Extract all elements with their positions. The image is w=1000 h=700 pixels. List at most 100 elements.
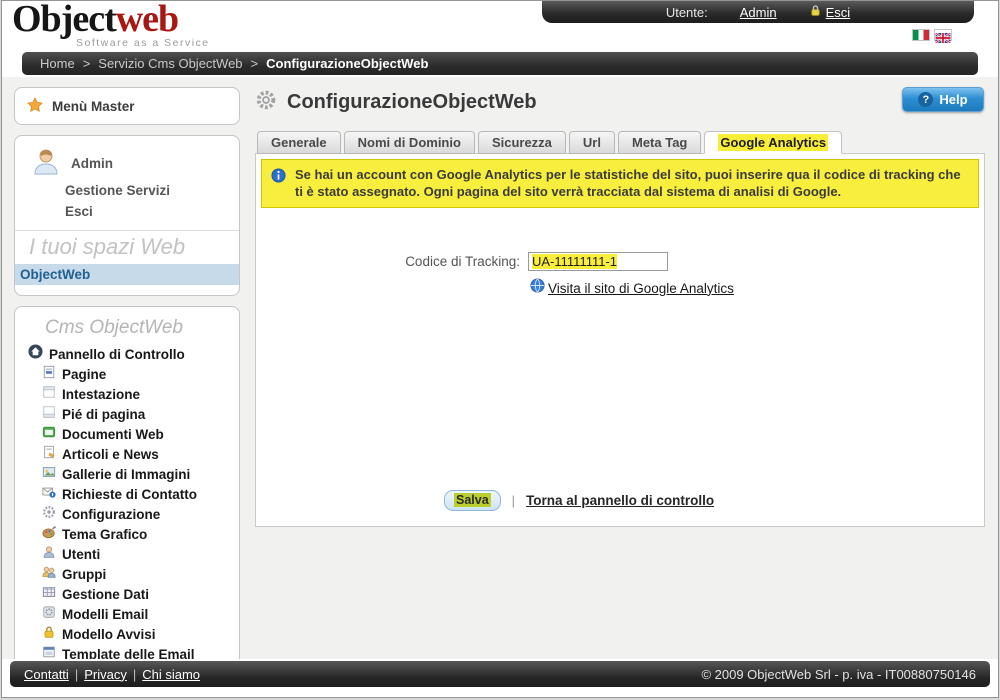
sidebar-item-configurazione[interactable]: Configurazione [15, 505, 239, 525]
breadcrumb-home[interactable]: Home [40, 56, 75, 71]
question-mark-icon: ? [918, 92, 933, 107]
sidebar-item-label: Tema Grafico [62, 525, 147, 545]
sidebar-item-gallerie-di-immagini[interactable]: Gallerie di Immagini [15, 465, 239, 485]
footer-link-chi-siamo[interactable]: Chi siamo [142, 667, 200, 682]
cms-panel: Cms ObjectWeb Pannello di Controllo Pagi… [14, 306, 240, 676]
configuration-gear-icon [42, 505, 56, 525]
sidebar-item-label: Modello Avvisi [62, 625, 156, 645]
logout-link[interactable]: Esci [826, 5, 851, 20]
users-icon [42, 545, 56, 565]
main-area: Menù Master Admin Gestione Servizi Esci … [2, 77, 998, 661]
sidebar-item-label: Configurazione [62, 505, 160, 525]
footer-link-contatti[interactable]: Contatti [24, 667, 69, 682]
logo-tagline: Software as a Service [76, 37, 210, 49]
sidebar-item-gruppi[interactable]: Gruppi [15, 565, 239, 585]
footer-separator: | [75, 667, 78, 682]
sidebar-username: Admin [71, 156, 113, 171]
sidebar-item-label: Gallerie di Immagini [62, 465, 190, 485]
sidebar-link-esci[interactable]: Esci [15, 201, 239, 222]
sidebar-item-label: Pagine [62, 365, 106, 385]
sidebar: Menù Master Admin Gestione Servizi Esci … [2, 77, 242, 661]
save-button-label: Salva [454, 493, 491, 507]
menu-master-panel[interactable]: Menù Master [14, 87, 240, 125]
sidebar-item-intestazione[interactable]: Intestazione [15, 385, 239, 405]
help-button[interactable]: ? Help [902, 87, 984, 112]
pages-icon [42, 365, 56, 385]
sidebar-item-tema-grafico[interactable]: Tema Grafico [15, 525, 239, 545]
sidebar-item-modello-avvisi[interactable]: Modello Avvisi [15, 625, 239, 645]
sidebar-item-pie-di-pagina[interactable]: Pié di pagina [15, 405, 239, 425]
sidebar-item-objectweb[interactable]: ObjectWeb [15, 264, 239, 285]
footer-separator: | [133, 667, 136, 682]
footer: Contatti | Privacy | Chi siamo © 2009 Ob… [2, 659, 998, 697]
contact-requests-icon [42, 485, 56, 505]
sidebar-item-label: Utenti [62, 545, 100, 565]
logo-part2: web [116, 0, 178, 40]
italian-flag-icon[interactable] [912, 29, 930, 41]
google-analytics-link[interactable]: Visita il sito di Google Analytics [548, 281, 734, 296]
save-button[interactable]: Salva [444, 490, 501, 511]
groups-icon [42, 565, 56, 585]
spaces-title: I tuoi spazi Web [15, 231, 239, 264]
theme-palette-icon [42, 525, 56, 545]
tab-bar: Generale Nomi di Dominio Sicurezza Url M… [257, 131, 985, 154]
sidebar-item-label: Richieste di Contatto [62, 485, 197, 505]
back-to-control-panel-link[interactable]: Torna al pannello di controllo [526, 493, 714, 508]
sidebar-item-richieste-di-contatto[interactable]: Richieste di Contatto [15, 485, 239, 505]
info-box: Se hai un account con Google Analytics p… [261, 159, 979, 208]
avatar-icon [31, 146, 61, 181]
tab-generale[interactable]: Generale [257, 131, 341, 154]
sidebar-item-utenti[interactable]: Utenti [15, 545, 239, 565]
copyright-text: © 2009 ObjectWeb Srl - p. iva - IT008807… [701, 667, 976, 682]
breadcrumb-servizio[interactable]: Servizio Cms ObjectWeb [98, 56, 242, 71]
breadcrumb-separator: > [83, 56, 91, 71]
help-button-label: Help [939, 92, 967, 107]
sidebar-item-label: Pannello di Controllo [49, 345, 185, 365]
language-flags [912, 29, 952, 41]
email-models-icon [42, 605, 56, 625]
sidebar-item-articoli-e-news[interactable]: Articoli e News [15, 445, 239, 465]
sidebar-item-label: Modelli Email [62, 605, 148, 625]
footer-section-icon [42, 405, 56, 425]
sidebar-item-label: Pié di pagina [62, 405, 145, 425]
news-icon [42, 445, 56, 465]
control-panel-home-icon [28, 344, 43, 365]
tab-google-analytics[interactable]: Google Analytics [704, 131, 842, 154]
star-icon [27, 97, 43, 116]
tracking-code-input[interactable]: UA-11111111-1 [528, 252, 668, 271]
uk-flag-icon[interactable] [934, 29, 952, 41]
breadcrumb: Home > Servizio Cms ObjectWeb > Configur… [22, 52, 978, 75]
username-link[interactable]: Admin [740, 5, 777, 20]
sidebar-item-pagine[interactable]: Pagine [15, 365, 239, 385]
web-documents-icon [42, 425, 56, 445]
tab-url[interactable]: Url [569, 131, 615, 154]
tracking-code-value: UA-11111111-1 [532, 254, 617, 269]
cms-panel-title: Cms ObjectWeb [15, 313, 239, 344]
header-section-icon [42, 385, 56, 405]
page-title: ConfigurazioneObjectWeb [287, 91, 537, 114]
user-panel: Admin Gestione Servizi Esci I tuoi spazi… [14, 135, 240, 296]
breadcrumb-current: ConfigurazioneObjectWeb [266, 56, 428, 71]
sidebar-item-label: Articoli e News [62, 445, 159, 465]
footer-link-privacy[interactable]: Privacy [84, 667, 127, 682]
user-bar: Utente: Admin Esci [542, 1, 974, 23]
sidebar-item-pannello-di-controllo[interactable]: Pannello di Controllo [15, 344, 239, 365]
sidebar-item-modelli-email[interactable]: Modelli Email [15, 605, 239, 625]
tab-meta-tag[interactable]: Meta Tag [618, 131, 701, 154]
sidebar-item-label: Intestazione [62, 385, 140, 405]
tab-sicurezza[interactable]: Sicurezza [478, 131, 566, 154]
sidebar-item-gestione-dati[interactable]: Gestione Dati [15, 585, 239, 605]
header: Objectweb Software as a Service Utente: … [2, 1, 998, 49]
sidebar-item-documenti-web[interactable]: Documenti Web [15, 425, 239, 445]
info-box-text: Se hai un account con Google Analytics p… [295, 167, 961, 199]
lock-icon [809, 4, 822, 20]
image-gallery-icon [42, 465, 56, 485]
info-icon [271, 168, 286, 187]
objectweb-logo: Objectweb [12, 0, 178, 41]
tab-panel: Se hai un account con Google Analytics p… [255, 153, 985, 527]
sidebar-link-gestione-servizi[interactable]: Gestione Servizi [15, 180, 239, 201]
sidebar-item-label: Documenti Web [62, 425, 164, 445]
tab-nomi-di-dominio[interactable]: Nomi di Dominio [344, 131, 475, 154]
logo-part1: Object [12, 0, 116, 40]
actions-separator: | [512, 493, 515, 508]
